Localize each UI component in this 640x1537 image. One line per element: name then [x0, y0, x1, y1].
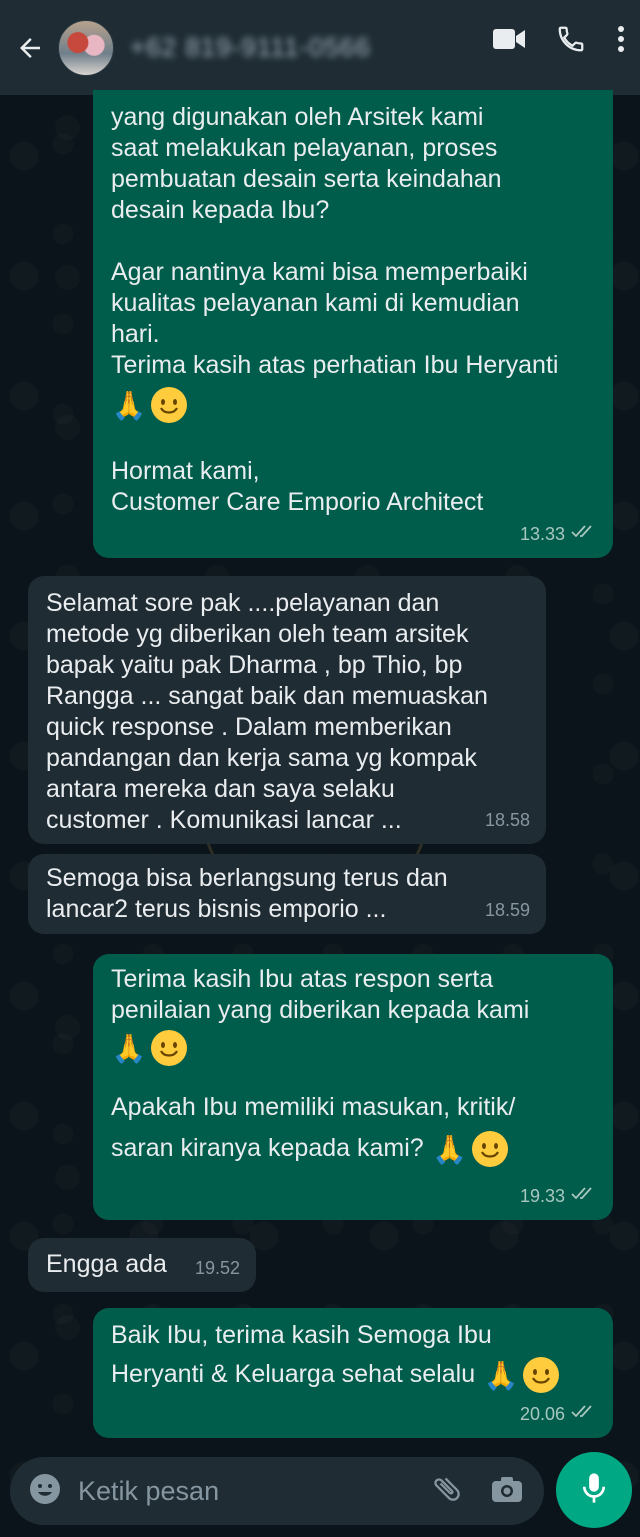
smiling-face-emoji — [151, 387, 187, 423]
message-meta: 19.33 — [520, 1181, 597, 1212]
message-line: antara mereka dan saya selaku — [46, 775, 395, 803]
message-time: 18.59 — [484, 900, 530, 920]
message-line: Terima kasih Ibu atas respon serta — [111, 965, 494, 993]
message-line: pembuatan desain serta keindahan — [111, 165, 502, 193]
message-line: yang digunakan oleh Arsitek kami — [111, 103, 484, 131]
message-line: saat melakukan pelayanan, proses — [111, 134, 498, 162]
microphone-icon — [579, 1471, 609, 1510]
message-time: 19.33 — [519, 1186, 565, 1206]
message-line: kualitas pelayanan kami di kemudian — [111, 289, 520, 317]
message-line: bapak yaitu pak Dharma , bp Thio, bp — [46, 651, 463, 679]
message-line: Heryanti & Keluarga sehat selalu 🙏 — [111, 1357, 560, 1393]
praying-hands-emoji: 🙏 — [111, 1032, 147, 1064]
message-composer: Ketik pesan — [10, 1457, 544, 1525]
back-arrow-icon[interactable] — [8, 26, 52, 70]
message-line: saran kiranya kepada kami? 🙏 — [111, 1131, 508, 1167]
message-bubble-outgoing[interactable]: Terima kasih Ibu atas respon serta penil… — [93, 954, 613, 1220]
more-options-icon[interactable] — [616, 24, 626, 54]
message-line: Agar nantinya kami bisa memperbaiki — [111, 258, 528, 286]
message-line: desain kepada Ibu? — [111, 196, 330, 224]
message-time: 19.52 — [194, 1258, 240, 1278]
smiling-face-emoji — [151, 1030, 187, 1066]
praying-hands-emoji: 🙏 — [111, 389, 147, 421]
attachment-icon[interactable] — [430, 1472, 464, 1511]
emoji-group: 🙏 — [432, 1131, 508, 1167]
message-bubble-incoming[interactable]: Semoga bisa berlangsung terus dan lancar… — [28, 854, 546, 934]
message-line: Hormat kami, — [111, 457, 260, 485]
message-line: Selamat sore pak ....pelayanan dan — [46, 589, 440, 617]
camera-icon[interactable] — [490, 1474, 524, 1509]
smiling-face-emoji — [523, 1357, 560, 1393]
emoji-group: 🙏 — [111, 1030, 187, 1066]
message-line: penilaian yang diberikan kepada kami — [111, 996, 530, 1024]
message-meta: 18.59 — [485, 895, 530, 926]
praying-hands-emoji: 🙏 — [432, 1133, 468, 1165]
emoji-icon[interactable] — [28, 1472, 62, 1511]
message-line: quick response . Dalam memberikan — [46, 713, 452, 741]
message-meta: 13.33 — [520, 519, 597, 550]
double-check-icon — [571, 1181, 597, 1212]
message-line: Apakah Ibu memiliki masukan, kritik/ — [111, 1093, 516, 1121]
phone-call-icon[interactable] — [556, 24, 586, 54]
message-time: 18.58 — [484, 810, 530, 830]
message-line: Terima kasih atas perhatian Ibu Heryanti — [111, 351, 559, 379]
message-input[interactable]: Ketik pesan — [78, 1476, 430, 1507]
message-meta: 18.58 — [485, 805, 530, 836]
emoji-group: 🙏 — [483, 1357, 560, 1393]
microphone-button[interactable] — [556, 1452, 632, 1528]
contact-avatar[interactable] — [58, 19, 114, 76]
message-line: customer . Komunikasi lancar ... — [46, 806, 402, 834]
message-bubble-outgoing[interactable]: yang digunakan oleh Arsitek kami saat me… — [93, 90, 613, 558]
message-line: pandangan dan kerja sama yg kompak — [46, 744, 477, 772]
smiling-face-emoji — [471, 1131, 508, 1167]
message-line: Customer Care Emporio Architect — [111, 488, 484, 516]
double-check-icon — [571, 1399, 597, 1430]
praying-hands-emoji: 🙏 — [483, 1359, 519, 1391]
video-call-icon[interactable] — [492, 26, 526, 52]
message-line: Rangga ... sangat baik dan memuaskan — [46, 682, 488, 710]
chat-header: +62 819-9111-0566 — [0, 0, 640, 95]
message-meta: 20.06 — [520, 1399, 597, 1430]
message-bubble-incoming[interactable]: Engga ada 19.52 — [28, 1238, 256, 1292]
emoji-group: 🙏 — [111, 387, 187, 423]
message-line: Baik Ibu, terima kasih Semoga Ibu — [111, 1321, 492, 1349]
message-meta: 19.52 — [195, 1253, 240, 1284]
message-time: 20.06 — [519, 1404, 565, 1424]
message-bubble-incoming[interactable]: Selamat sore pak ....pelayanan dan metod… — [28, 576, 546, 844]
double-check-icon — [571, 519, 597, 550]
message-time: 13.33 — [519, 524, 565, 544]
message-line: lancar2 terus bisnis emporio ... — [46, 895, 387, 923]
message-line: Semoga bisa berlangsung terus dan — [46, 864, 448, 892]
message-line: hari. — [111, 320, 160, 348]
message-line: metode yg diberikan oleh team arsitek — [46, 620, 469, 648]
message-bubble-outgoing[interactable]: Baik Ibu, terima kasih Semoga Ibu Heryan… — [93, 1308, 613, 1438]
contact-name[interactable]: +62 819-9111-0566 — [130, 32, 410, 63]
